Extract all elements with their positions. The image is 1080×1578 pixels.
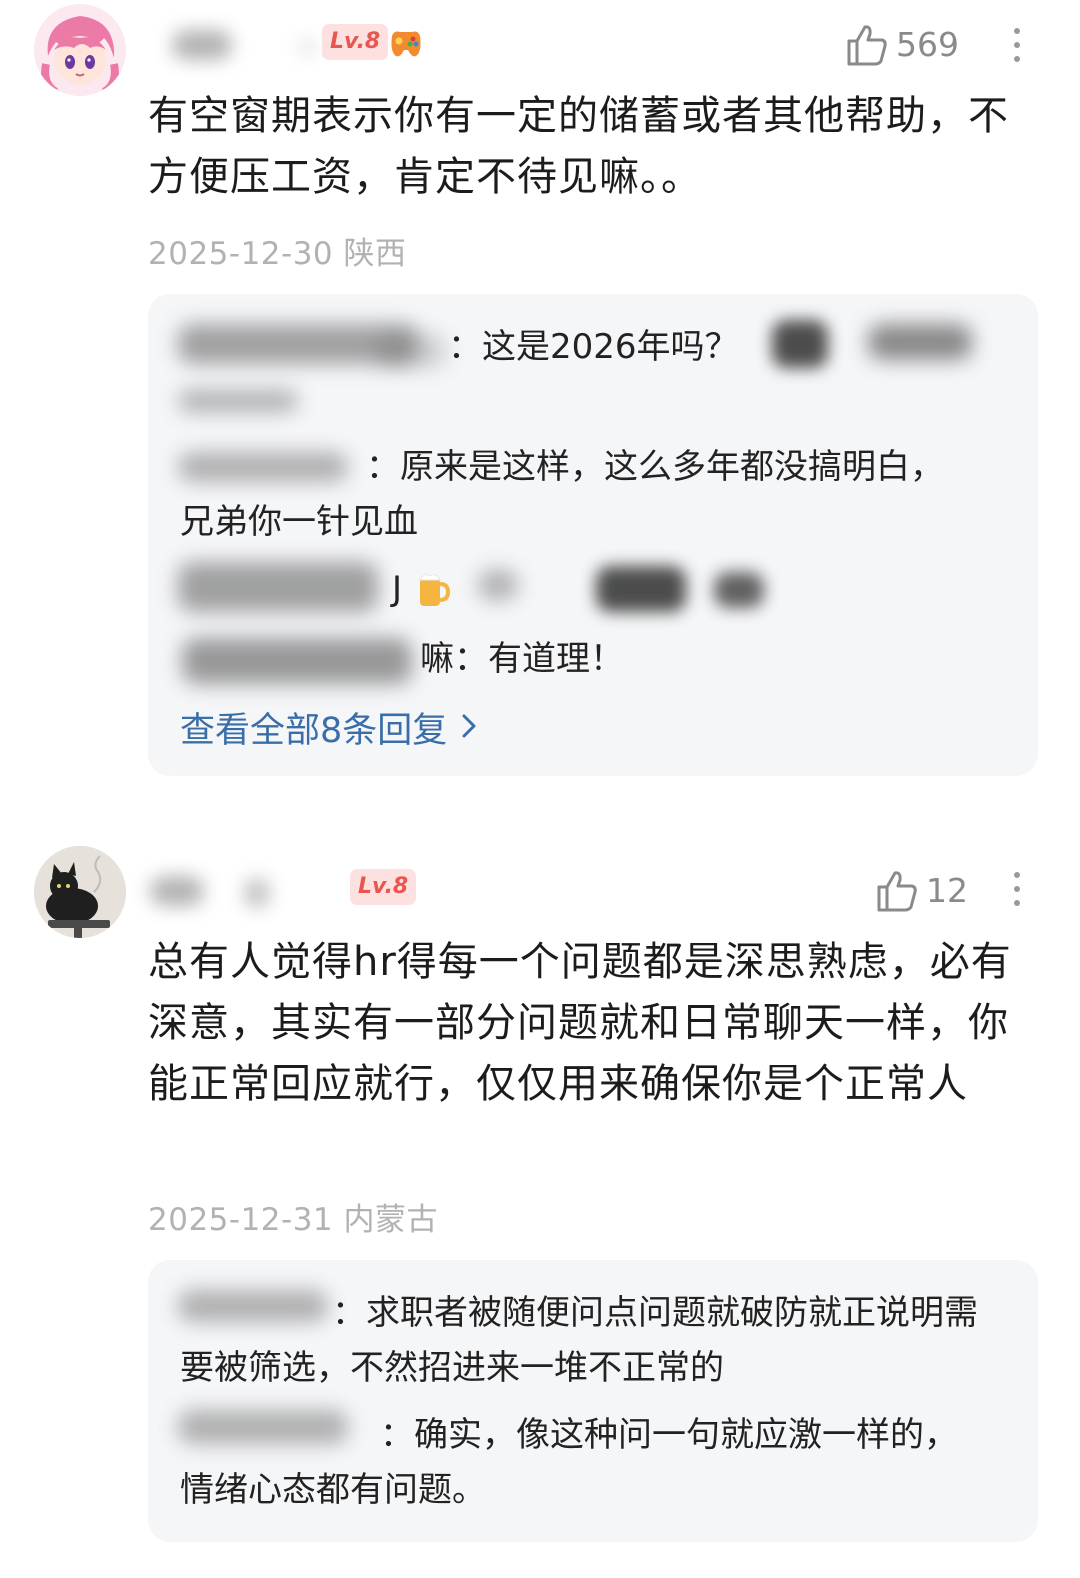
like-button[interactable]: 569: [846, 20, 959, 70]
username-redacted[interactable]: [172, 30, 232, 60]
comment-list: Lv.8 569 有空窗期表示你有一定的储蓄或者其他帮助，不方便压工资，肯定不待…: [0, 0, 1080, 1578]
username-redacted-fragment: [376, 334, 446, 368]
like-count: 12: [926, 871, 968, 910]
redacted-content: [772, 320, 828, 368]
username-redacted[interactable]: [150, 876, 204, 906]
like-button[interactable]: 12: [876, 866, 968, 916]
avatar[interactable]: [34, 4, 126, 96]
comment-text: 有空窗期表示你有一定的储蓄或者其他帮助，不方便压工资，肯定不待见嘛。。: [148, 93, 1009, 200]
redacted-content: [596, 566, 686, 612]
level-badge: Lv.8: [322, 24, 389, 60]
thumbs-up-icon: [846, 23, 888, 67]
reply-text[interactable]: ：求职者被随便问点问题就破防就正说明需要被筛选，不然招进来一堆不正常的: [180, 1286, 1000, 1396]
view-all-replies-link[interactable]: 查看全部8条回复: [180, 702, 477, 753]
gamepad-icon: [386, 22, 426, 66]
reply-text[interactable]: J: [392, 562, 412, 617]
reply-text[interactable]: ：这是2026年吗？: [448, 320, 748, 375]
thumbs-up-icon: [876, 869, 918, 913]
reply-text[interactable]: ：原来是这样，这么多年都没搞明白，兄弟你一针见血: [180, 440, 970, 550]
beer-icon: [416, 570, 451, 614]
reply-box: ：求职者被随便问点问题就破防就正说明需要被筛选，不然招进来一堆不正常的 ：确实，…: [148, 1260, 1038, 1542]
redacted-content: [478, 570, 518, 600]
view-all-label: 查看全部8条回复: [180, 711, 448, 751]
like-count: 569: [896, 25, 959, 64]
username-redacted[interactable]: [182, 638, 412, 684]
redacted-content: [868, 324, 972, 360]
reply-text[interactable]: 嘛：有道理！: [420, 632, 720, 687]
comment-meta: 2025-12-31 内蒙古: [148, 1202, 439, 1238]
reply-box: ：这是2026年吗？ ：原来是这样，这么多年都没搞明白，兄弟你一针见血 J 嘛：…: [148, 294, 1038, 776]
level-badge: Lv.8: [350, 869, 417, 905]
redacted-content: [714, 572, 764, 608]
username-redacted[interactable]: [178, 562, 378, 612]
comment-meta: 2025-12-30 陕西: [148, 236, 407, 272]
comment-text: 总有人觉得hr得每一个问题都是深思熟虑，必有深意，其实有一部分问题就和日常聊天一…: [148, 939, 1012, 1107]
avatar[interactable]: [34, 846, 126, 938]
chevron-right-icon: [461, 708, 477, 748]
more-vertical-icon[interactable]: [1012, 28, 1022, 62]
username-redacted-fragment: [244, 878, 270, 908]
username-redacted-fragment: [300, 40, 314, 54]
reply-text[interactable]: ：确实，像这种问一句就应激一样的，情绪心态都有问题。: [180, 1408, 970, 1518]
redacted-content: [178, 390, 298, 412]
more-vertical-icon[interactable]: [1012, 872, 1022, 906]
